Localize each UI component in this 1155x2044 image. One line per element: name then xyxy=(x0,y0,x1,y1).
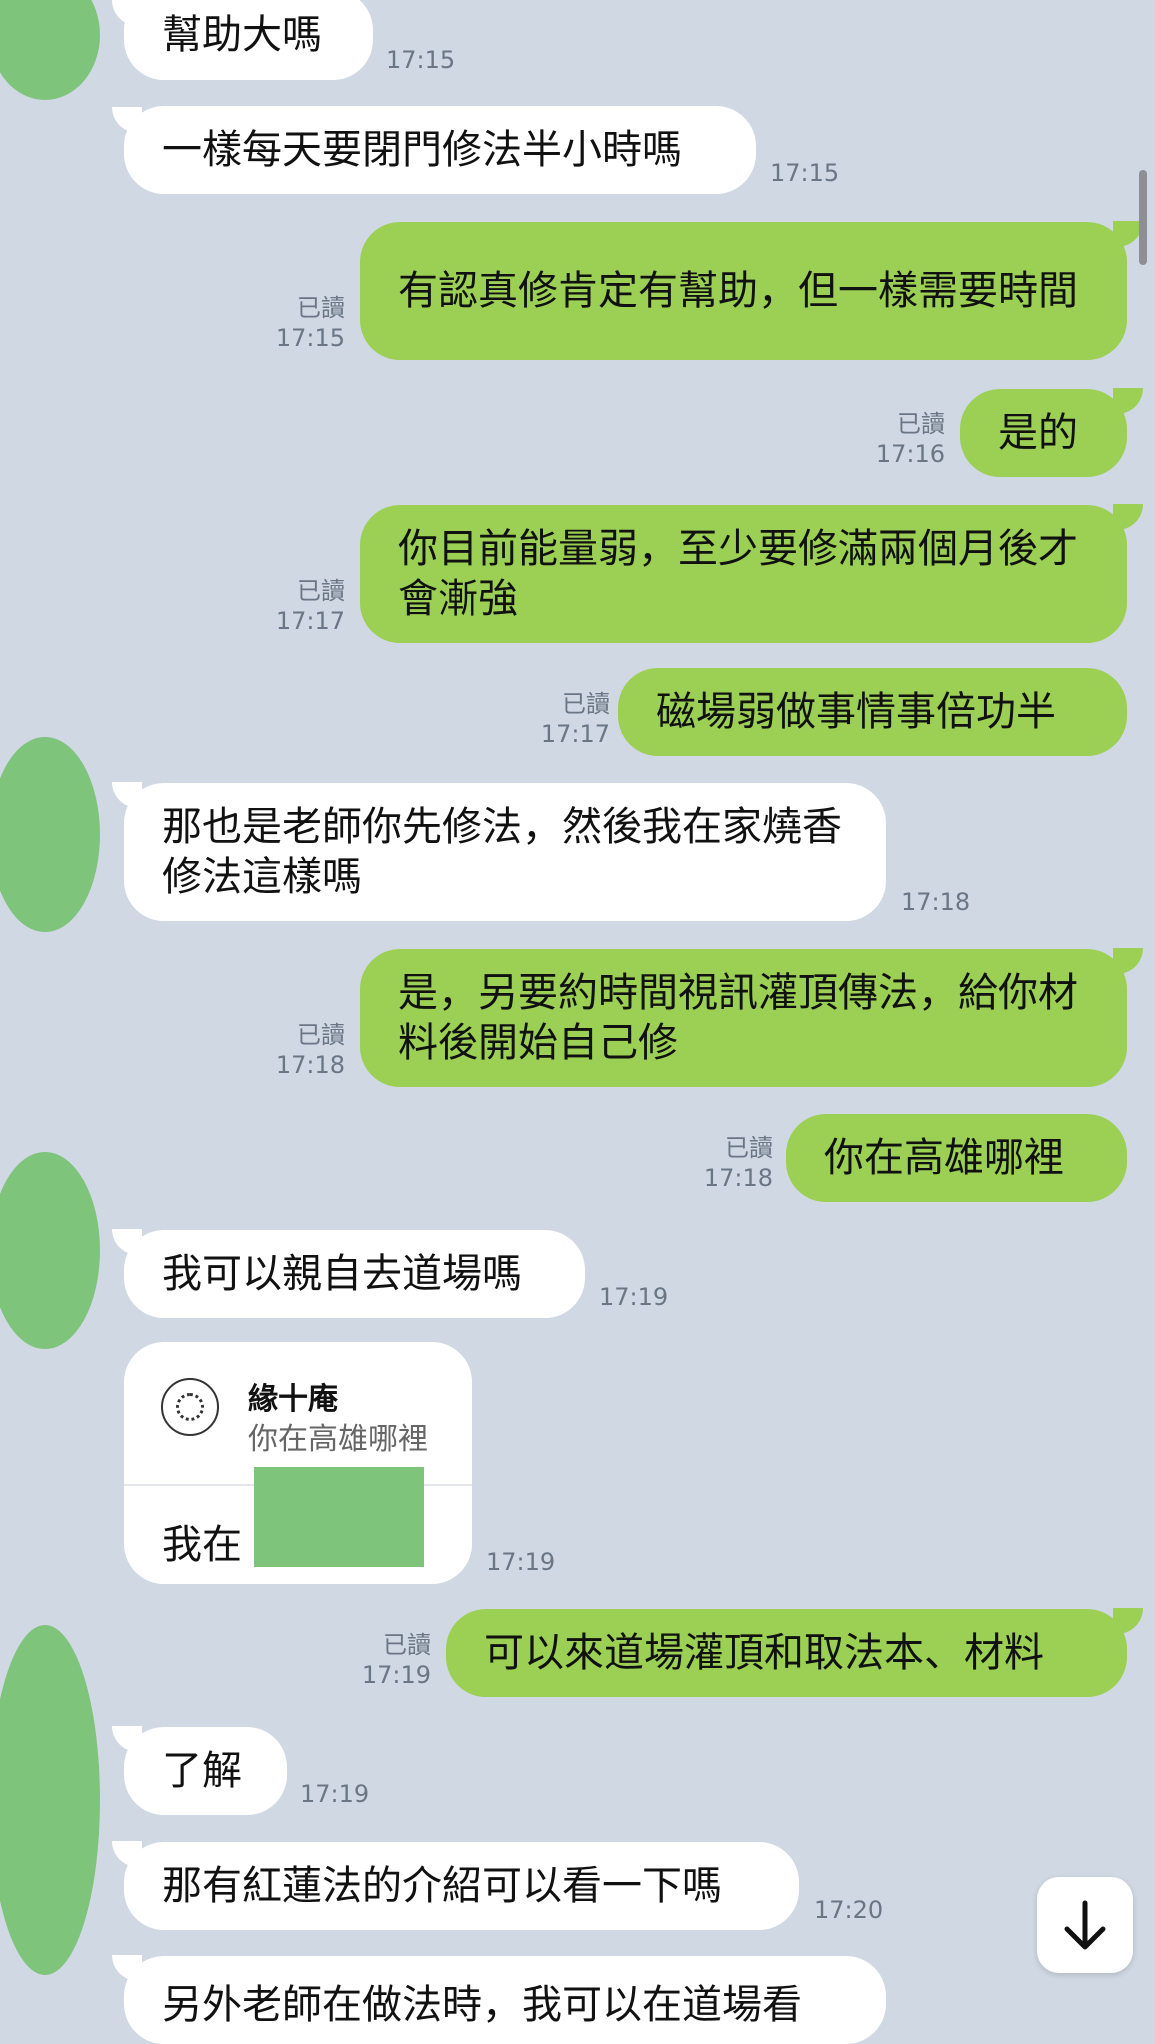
message-time: 17:19 xyxy=(300,1780,370,1808)
message-text: 那也是老師你先修法，然後我在家燒香修法這樣嗎 xyxy=(162,804,842,900)
message-bubble[interactable]: 幫助大嗎 xyxy=(124,0,373,80)
message-text: 你目前能量弱，至少要修滿兩個月後才會漸強 xyxy=(398,526,1078,622)
message-text: 是的 xyxy=(998,410,1078,456)
message-bubble[interactable]: 你在高雄哪裡 xyxy=(786,1114,1127,1202)
arrow-down-icon xyxy=(1064,1900,1106,1950)
message-time: 17:15 xyxy=(770,159,840,187)
message-bubble[interactable]: 那也是老師你先修法，然後我在家燒香修法這樣嗎 xyxy=(124,783,886,921)
read-receipt: 已讀 17:15 xyxy=(275,294,345,352)
message-text: 有認真修肯定有幫助，但一樣需要時間 xyxy=(398,268,1078,314)
message-bubble[interactable]: 是，另要約時間視訊灌頂傳法，給你材料後開始自己修 xyxy=(360,949,1127,1087)
message-time: 17:15 xyxy=(386,46,456,74)
avatar[interactable] xyxy=(0,1625,100,1975)
message-bubble[interactable]: 你目前能量弱，至少要修滿兩個月後才會漸強 xyxy=(360,505,1127,643)
message-bubble[interactable]: 可以來道場灌頂和取法本、材料 xyxy=(446,1609,1127,1697)
scrollbar-thumb[interactable] xyxy=(1139,170,1147,265)
message-text: 是，另要約時間視訊灌頂傳法，給你材料後開始自己修 xyxy=(398,970,1078,1066)
message-text: 可以來道場灌頂和取法本、材料 xyxy=(484,1630,1044,1676)
read-receipt: 已讀 17:18 xyxy=(703,1134,773,1192)
message-bubble[interactable]: 磁場弱做事情事倍功半 xyxy=(618,668,1127,756)
message-time: 17:19 xyxy=(486,1548,556,1576)
scroll-to-bottom-button[interactable] xyxy=(1037,1877,1133,1973)
avatar[interactable] xyxy=(0,737,100,932)
read-receipt: 已讀 17:17 xyxy=(275,577,345,635)
message-text: 一樣每天要閉門修法半小時嗎 xyxy=(162,127,682,173)
seal-logo-icon xyxy=(161,1378,219,1436)
message-text: 我可以親自去道場嗎 xyxy=(162,1251,522,1297)
read-receipt: 已讀 17:19 xyxy=(361,1631,431,1689)
message-bubble[interactable]: 有認真修肯定有幫助，但一樣需要時間 xyxy=(360,222,1127,360)
avatar[interactable] xyxy=(0,1152,100,1349)
avatar[interactable] xyxy=(0,0,100,100)
message-bubble[interactable]: 我可以親自去道場嗎 xyxy=(124,1230,585,1318)
message-text: 幫助大嗎 xyxy=(162,12,322,58)
read-receipt: 已讀 17:16 xyxy=(875,410,945,468)
message-bubble[interactable]: 那有紅蓮法的介紹可以看一下嗎 xyxy=(124,1842,799,1930)
redaction-block xyxy=(254,1467,424,1567)
message-time: 17:18 xyxy=(901,888,971,916)
quoted-sender: 緣十庵 xyxy=(248,1382,338,1417)
message-text: 了解 xyxy=(162,1748,242,1794)
message-time: 17:19 xyxy=(599,1283,669,1311)
message-text: 我在 xyxy=(162,1522,242,1568)
message-text: 另外老師在做法時，我可以在道場看 xyxy=(162,1982,802,2028)
quoted-text: 你在高雄哪裡 xyxy=(248,1422,428,1457)
message-text: 那有紅蓮法的介紹可以看一下嗎 xyxy=(162,1863,722,1909)
message-bubble[interactable]: 了解 xyxy=(124,1727,287,1815)
read-receipt: 已讀 17:18 xyxy=(275,1021,345,1079)
quoted-message[interactable]: 緣十庵 你在高雄哪裡 xyxy=(124,1342,472,1486)
message-text: 你在高雄哪裡 xyxy=(824,1135,1064,1181)
message-bubble[interactable]: 另外老師在做法時，我可以在道場看 xyxy=(124,1956,886,2044)
message-text: 磁場弱做事情事倍功半 xyxy=(656,689,1056,735)
chat-view[interactable]: 幫助大嗎 17:15 一樣每天要閉門修法半小時嗎 17:15 已讀 17:15 有… xyxy=(0,0,1155,2044)
message-bubble[interactable]: 一樣每天要閉門修法半小時嗎 xyxy=(124,106,756,194)
message-time: 17:20 xyxy=(814,1896,884,1924)
message-bubble[interactable]: 是的 xyxy=(960,389,1127,477)
read-receipt: 已讀 17:17 xyxy=(540,690,610,748)
